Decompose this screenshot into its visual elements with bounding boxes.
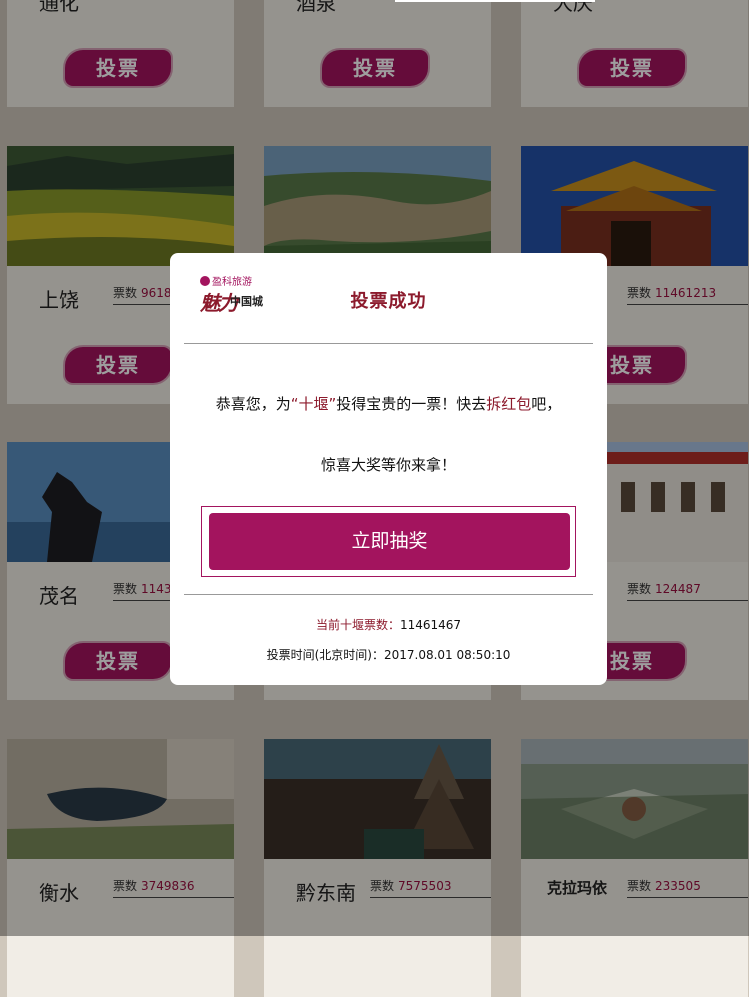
vote-time: 投票时间(北京时间)：2017.08.01 08:50:10 xyxy=(266,648,511,662)
red-packet-link[interactable]: 拆红包 xyxy=(486,395,531,413)
prize-message: 惊喜大奖等你来拿！ xyxy=(320,456,456,474)
divider xyxy=(184,594,593,595)
brand-name: 盈科旅游 xyxy=(200,273,252,288)
draw-button-frame: 立即抽奖 xyxy=(201,506,576,577)
divider xyxy=(184,343,593,344)
current-vote-count: 当前十堰票数：11461467 xyxy=(315,618,462,632)
top-bar xyxy=(395,0,595,2)
dialog-title: 投票成功 xyxy=(350,291,427,312)
success-message: 恭喜您，为“十堰”投得宝贵的一票！快去拆红包吧， xyxy=(215,395,562,413)
vote-success-dialog: 盈科旅游 魅力 中国城 投票成功 恭喜您，为“十堰”投得宝贵的一票！快去拆红包吧… xyxy=(170,253,607,685)
brand-icon xyxy=(200,276,210,286)
draw-now-button[interactable]: 立即抽奖 xyxy=(209,513,570,570)
